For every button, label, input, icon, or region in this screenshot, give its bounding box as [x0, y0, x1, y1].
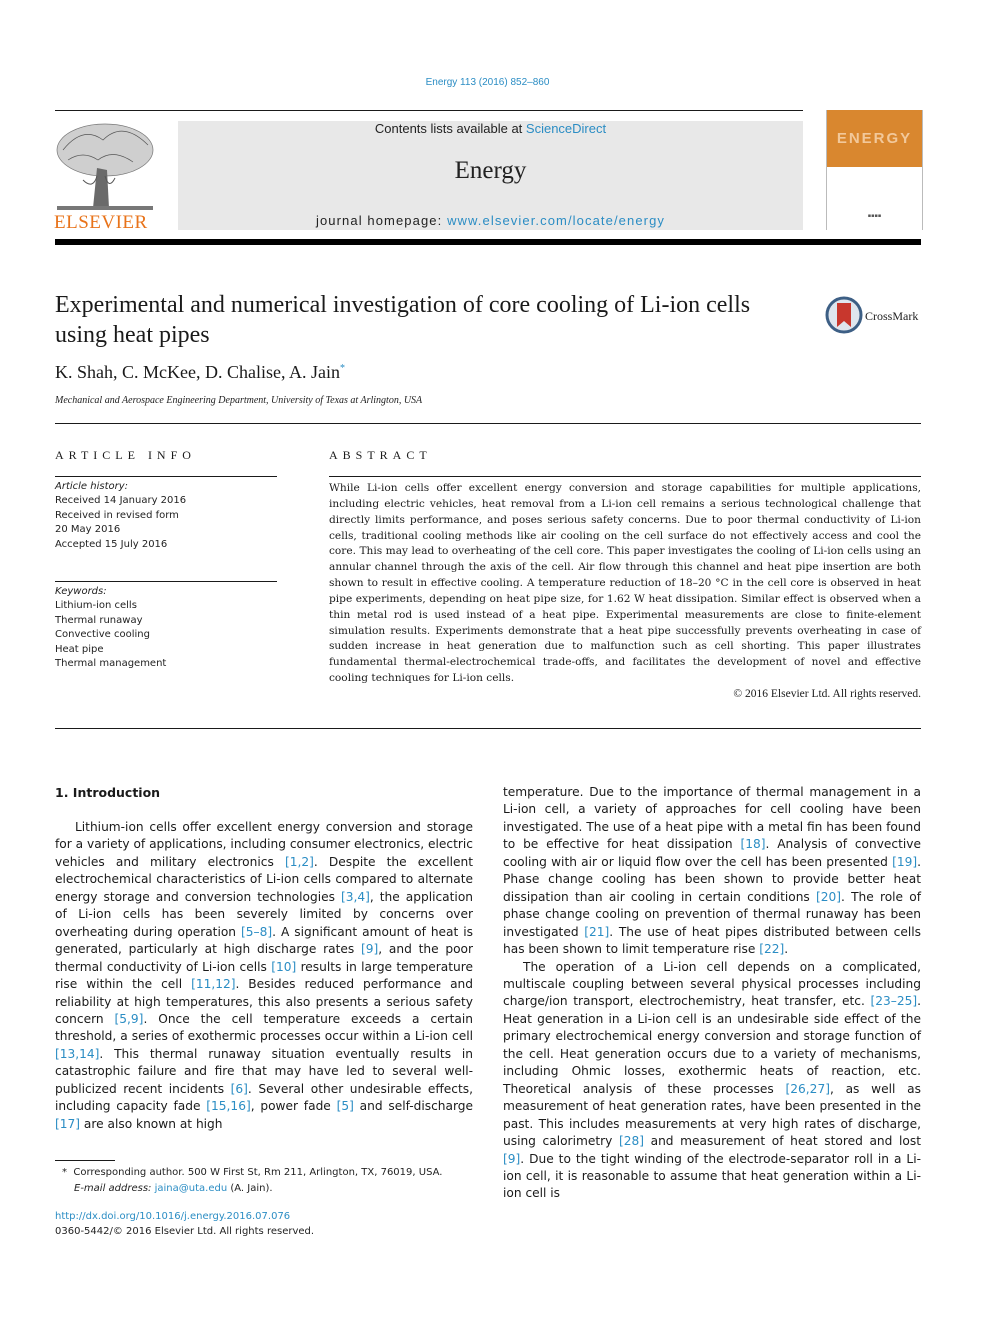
keyword: Convective cooling	[55, 629, 150, 641]
keywords: Keywords: Lithium-ion cells Thermal runa…	[55, 585, 277, 671]
citation-link[interactable]: [19]	[892, 855, 917, 869]
paragraph: The operation of a Li-ion cell depends o…	[503, 959, 922, 1201]
cover-publisher-mark: ▪▪▪▪	[867, 213, 882, 219]
header-bottom-divider	[55, 239, 921, 245]
body-column-left: Lithium-ion cells offer excellent energy…	[55, 819, 473, 1133]
citation-link[interactable]: [20]	[816, 890, 841, 904]
citation-link[interactable]: [22]	[759, 942, 784, 956]
author-list: K. Shah, C. McKee, D. Chalise, A. Jain*	[55, 362, 345, 383]
footnote-text: Corresponding author. 500 W First St, Rm…	[73, 1167, 443, 1178]
body-column-right: temperature. Due to the importance of th…	[503, 784, 921, 1203]
history-entry: Accepted 15 July 2016	[55, 538, 168, 550]
contents-availability-line: Contents lists available at ScienceDirec…	[178, 121, 803, 136]
citation-link[interactable]: [5,9]	[115, 1012, 144, 1026]
footnote-divider	[55, 1160, 115, 1161]
divider	[55, 728, 921, 729]
citation-link[interactable]: [5]	[337, 1099, 354, 1113]
citation-link[interactable]: [9]	[503, 1152, 520, 1166]
citation-link[interactable]: [1,2]	[285, 855, 314, 869]
abstract-text: While Li-ion cells offer excellent energ…	[329, 482, 921, 685]
article-title: Experimental and numerical investigation…	[55, 292, 751, 348]
history-entry: Received in revised form	[55, 509, 179, 521]
footnote-marker: *	[62, 1167, 67, 1178]
history-entry: Received 14 January 2016	[55, 495, 187, 507]
citation-link[interactable]: [26,27]	[786, 1082, 830, 1096]
keyword: Heat pipe	[55, 643, 104, 655]
email-suffix: (A. Jain).	[227, 1182, 273, 1194]
journal-cover-thumbnail[interactable]: ENERGY ▪▪▪▪	[826, 110, 923, 230]
email-label: E-mail address:	[74, 1182, 152, 1194]
issn-copyright-line: 0360-5442/© 2016 Elsevier Ltd. All right…	[55, 1226, 315, 1237]
paragraph: temperature. Due to the importance of th…	[503, 785, 921, 957]
citation-link[interactable]: [10]	[271, 960, 296, 974]
article-info-heading: ARTICLE INFO	[55, 448, 196, 462]
crossmark-badge[interactable]: CrossMark	[825, 296, 925, 336]
contents-prefix: Contents lists available at	[374, 121, 526, 136]
journal-homepage-link[interactable]: www.elsevier.com/locate/energy	[447, 213, 665, 228]
sciencedirect-link[interactable]: ScienceDirect	[526, 121, 606, 136]
keywords-label: Keywords:	[55, 586, 107, 597]
corresponding-author-marker[interactable]: *	[340, 363, 345, 374]
history-entry: 20 May 2016	[55, 524, 121, 536]
author-email-link[interactable]: jaina@uta.edu	[155, 1183, 228, 1194]
homepage-prefix: journal homepage:	[315, 213, 448, 228]
abstract-heading: ABSTRACT	[329, 448, 432, 462]
citation-link[interactable]: [11,12]	[191, 977, 235, 991]
section-heading-introduction: 1. Introduction	[55, 785, 161, 800]
corresponding-author-footnote: * Corresponding author. 500 W First St, …	[62, 1165, 482, 1196]
paragraph: Lithium-ion cells offer excellent energy…	[55, 820, 474, 1131]
citation-link[interactable]: [18]	[740, 837, 765, 851]
citation-link[interactable]: [21]	[584, 925, 609, 939]
citation-link[interactable]: [23–25]	[871, 994, 918, 1008]
cover-title: ENERGY	[836, 130, 913, 147]
header-top-divider	[55, 110, 803, 111]
crossmark-icon	[825, 296, 863, 334]
article-history-label: Article history:	[55, 481, 129, 492]
citation-link[interactable]: [5–8]	[241, 925, 272, 939]
citation-link[interactable]: [15,16]	[206, 1099, 250, 1113]
citation-link[interactable]: [13,14]	[55, 1047, 99, 1061]
citation-link[interactable]: [28]	[619, 1134, 644, 1148]
keyword: Lithium-ion cells	[55, 600, 137, 612]
article-history: Article history: Received 14 January 201…	[55, 480, 277, 552]
divider	[55, 476, 277, 477]
journal-homepage-line: journal homepage: www.elsevier.com/locat…	[178, 213, 803, 228]
citation-link[interactable]: [17]	[55, 1117, 80, 1131]
crossmark-label: CrossMark	[865, 309, 919, 323]
keyword: Thermal management	[55, 658, 167, 670]
divider	[329, 476, 921, 477]
divider	[55, 423, 921, 424]
doi-link[interactable]: http://dx.doi.org/10.1016/j.energy.2016.…	[55, 1211, 290, 1222]
citation-link[interactable]: [6]	[231, 1082, 248, 1096]
divider	[55, 581, 277, 582]
citation-link[interactable]: [3,4]	[341, 890, 370, 904]
affiliation: Mechanical and Aerospace Engineering Dep…	[55, 395, 423, 406]
citation-link[interactable]: [9]	[361, 942, 378, 956]
abstract-copyright: © 2016 Elsevier Ltd. All rights reserved…	[733, 688, 921, 700]
authors-text: K. Shah, C. McKee, D. Chalise, A. Jain	[55, 362, 340, 382]
journal-name: Energy	[454, 157, 527, 184]
elsevier-wordmark[interactable]: ELSEVIER	[54, 212, 148, 234]
keyword: Thermal runaway	[55, 614, 143, 626]
journal-reference-link[interactable]: Energy 113 (2016) 852–860	[0, 77, 975, 88]
